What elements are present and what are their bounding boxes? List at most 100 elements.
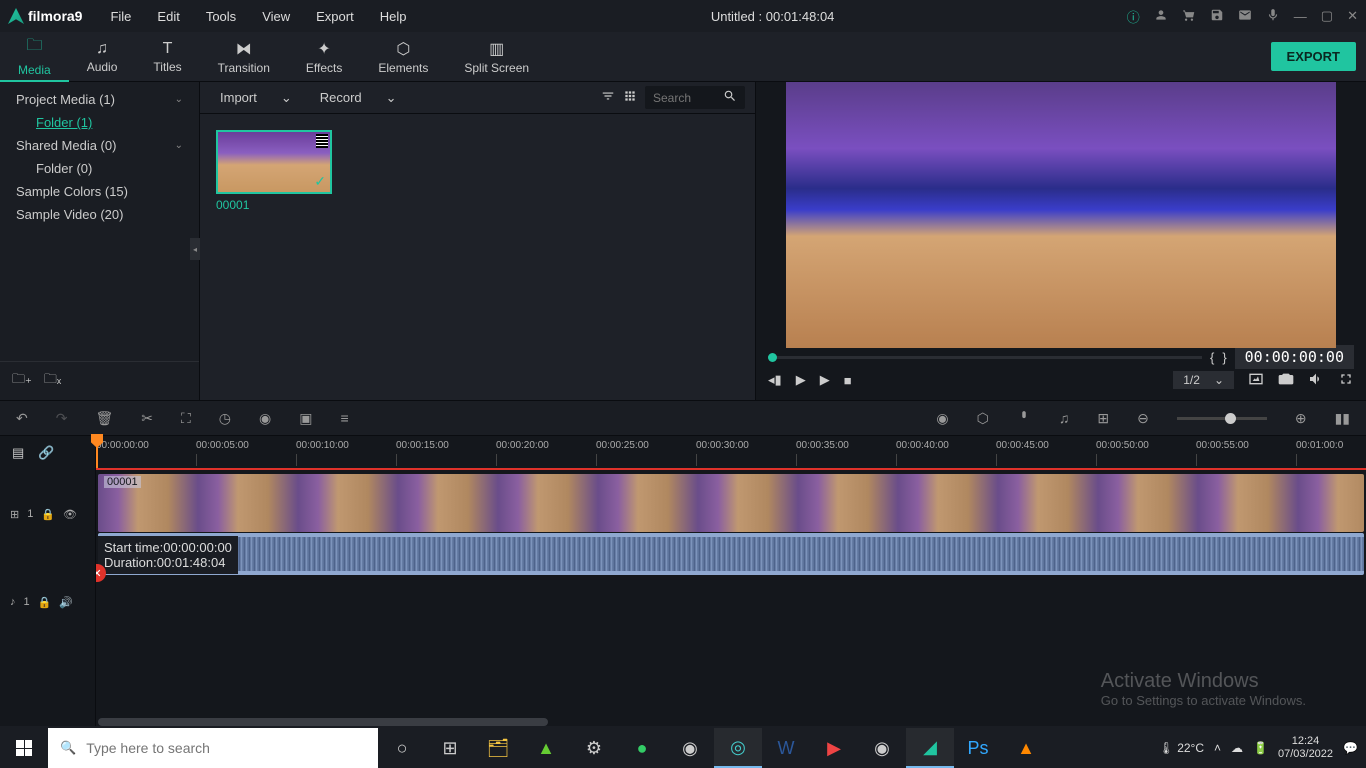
- preview-scale-dropdown[interactable]: 1/2⌄: [1173, 371, 1234, 389]
- snapshot-icon[interactable]: [1278, 371, 1294, 390]
- collapse-sidebar-button[interactable]: ◂: [190, 238, 200, 260]
- vlc-icon[interactable]: ▲: [1002, 728, 1050, 768]
- record-dropdown[interactable]: Record⌄: [310, 87, 407, 109]
- zoom-handle[interactable]: [1225, 413, 1236, 424]
- menu-view[interactable]: View: [250, 3, 302, 30]
- adjust-button[interactable]: ≡: [340, 410, 348, 426]
- scrubber-handle[interactable]: [768, 353, 777, 362]
- menu-export[interactable]: Export: [304, 3, 366, 30]
- file-explorer-icon[interactable]: 🗂: [474, 728, 522, 768]
- add-track-button[interactable]: ⊞: [1097, 410, 1109, 427]
- notifications-icon[interactable]: 💬: [1343, 741, 1358, 755]
- speed-button[interactable]: ◷: [219, 410, 231, 427]
- taskbar-search-input[interactable]: [86, 740, 366, 756]
- cart-icon[interactable]: [1182, 8, 1196, 25]
- app-icon-4[interactable]: ▶: [810, 728, 858, 768]
- mark-out-icon[interactable]: }: [1222, 350, 1226, 365]
- timeline-menu-icon[interactable]: ▤: [12, 445, 24, 461]
- preview-quality-icon[interactable]: [1248, 371, 1264, 390]
- menu-help[interactable]: Help: [368, 3, 419, 30]
- visibility-icon[interactable]: 👁: [63, 508, 77, 521]
- play-button[interactable]: ▶: [796, 372, 806, 388]
- tab-split-screen[interactable]: ▥Split Screen: [446, 32, 547, 82]
- timeline-ruler[interactable]: 00:00:00:0000:00:05:0000:00:10:0000:00:1…: [96, 436, 1366, 470]
- tray-cloud-icon[interactable]: ☁: [1231, 741, 1243, 755]
- menu-file[interactable]: File: [98, 3, 143, 30]
- mixer-button[interactable]: ♫: [1059, 410, 1070, 426]
- tab-audio[interactable]: ♫Audio: [69, 32, 136, 82]
- info-icon[interactable]: ⓘ: [1127, 7, 1140, 26]
- mark-in-icon[interactable]: {: [1210, 350, 1214, 365]
- cut-button[interactable]: ✂: [141, 410, 153, 427]
- marker-button[interactable]: ⬡: [977, 410, 989, 427]
- app-icon-3[interactable]: ◉: [666, 728, 714, 768]
- new-folder-icon[interactable]: 🗀₊: [12, 370, 32, 392]
- tree-shared-media[interactable]: Shared Media (0)⌄: [0, 134, 199, 157]
- preview-viewport[interactable]: [786, 82, 1336, 348]
- crop-button[interactable]: ⛶: [181, 410, 191, 427]
- mute-icon[interactable]: 🔊: [59, 596, 73, 609]
- menu-edit[interactable]: Edit: [145, 3, 191, 30]
- app-icon-2[interactable]: ●: [618, 728, 666, 768]
- filter-icon[interactable]: [601, 89, 615, 106]
- app-icon-1[interactable]: ▲: [522, 728, 570, 768]
- tree-folder-1[interactable]: Folder (1): [0, 111, 199, 134]
- weather-widget[interactable]: 🌡 22°C: [1159, 741, 1204, 755]
- message-icon[interactable]: [1238, 8, 1252, 25]
- green-screen-button[interactable]: ▣: [299, 410, 312, 427]
- prev-frame-button[interactable]: ◂▮: [768, 372, 782, 388]
- account-icon[interactable]: [1154, 8, 1168, 25]
- audio-track-header[interactable]: ♪ 1 🔒 🔊: [0, 558, 95, 646]
- delete-folder-icon[interactable]: 🗀ₓ: [44, 370, 61, 392]
- app-icon-5[interactable]: ◉: [858, 728, 906, 768]
- filmora-taskbar-icon[interactable]: ◢: [906, 728, 954, 768]
- maximize-button[interactable]: ▢: [1321, 8, 1333, 24]
- lock-icon[interactable]: 🔒: [41, 508, 55, 521]
- zoom-slider[interactable]: [1177, 417, 1267, 420]
- tray-battery-icon[interactable]: 🔋: [1253, 741, 1268, 755]
- taskbar-clock[interactable]: 12:24 07/03/2022: [1278, 735, 1333, 761]
- tab-transition[interactable]: ⧓Transition: [200, 32, 288, 82]
- next-frame-button[interactable]: ▶: [820, 372, 830, 388]
- timeline-options-button[interactable]: ▮▮: [1335, 410, 1350, 427]
- grid-view-icon[interactable]: [623, 89, 637, 106]
- tab-effects[interactable]: ✦Effects: [288, 32, 360, 82]
- render-button[interactable]: ◉: [936, 410, 948, 427]
- photoshop-icon[interactable]: Ps: [954, 728, 1002, 768]
- tree-project-media[interactable]: Project Media (1)⌄: [0, 88, 199, 111]
- preview-scrubber[interactable]: [768, 356, 1202, 359]
- redo-button[interactable]: ↷: [56, 410, 68, 427]
- taskbar-search[interactable]: 🔍: [48, 728, 378, 768]
- search-box[interactable]: [645, 86, 745, 109]
- tab-titles[interactable]: TTitles: [135, 32, 199, 82]
- tray-chevron-icon[interactable]: ˄: [1214, 741, 1221, 755]
- minimize-button[interactable]: —: [1294, 9, 1307, 24]
- zoom-out-button[interactable]: ⊖: [1137, 410, 1149, 427]
- volume-icon[interactable]: [1308, 371, 1324, 390]
- media-clip[interactable]: ✓ 00001: [216, 130, 332, 212]
- tab-media[interactable]: 🗀Media: [0, 32, 69, 82]
- cortana-icon[interactable]: ○: [378, 728, 426, 768]
- undo-button[interactable]: ↶: [16, 410, 28, 427]
- import-dropdown[interactable]: Import⌄: [210, 87, 302, 109]
- edge-icon[interactable]: ◎: [714, 728, 762, 768]
- word-icon[interactable]: W: [762, 728, 810, 768]
- start-button[interactable]: [0, 728, 48, 768]
- timeline-scrollbar[interactable]: [98, 718, 548, 726]
- delete-button[interactable]: 🗑: [95, 410, 113, 427]
- search-input[interactable]: [653, 91, 723, 105]
- video-clip[interactable]: 00001: [98, 474, 1364, 532]
- video-track-header[interactable]: ⊞ 1 🔒 👁: [0, 470, 95, 558]
- tab-elements[interactable]: ⬡Elements: [360, 32, 446, 82]
- save-icon[interactable]: [1210, 8, 1224, 25]
- stop-button[interactable]: ■: [844, 373, 852, 388]
- close-button[interactable]: ✕: [1347, 8, 1358, 24]
- playhead[interactable]: [96, 436, 98, 468]
- settings-icon[interactable]: ⚙: [570, 728, 618, 768]
- export-button[interactable]: EXPORT: [1271, 42, 1356, 71]
- search-icon[interactable]: [723, 89, 737, 106]
- tree-folder-0[interactable]: Folder (0): [0, 157, 199, 180]
- tree-sample-video[interactable]: Sample Video (20): [0, 203, 199, 226]
- tree-sample-colors[interactable]: Sample Colors (15): [0, 180, 199, 203]
- audio-clip[interactable]: [98, 533, 1364, 575]
